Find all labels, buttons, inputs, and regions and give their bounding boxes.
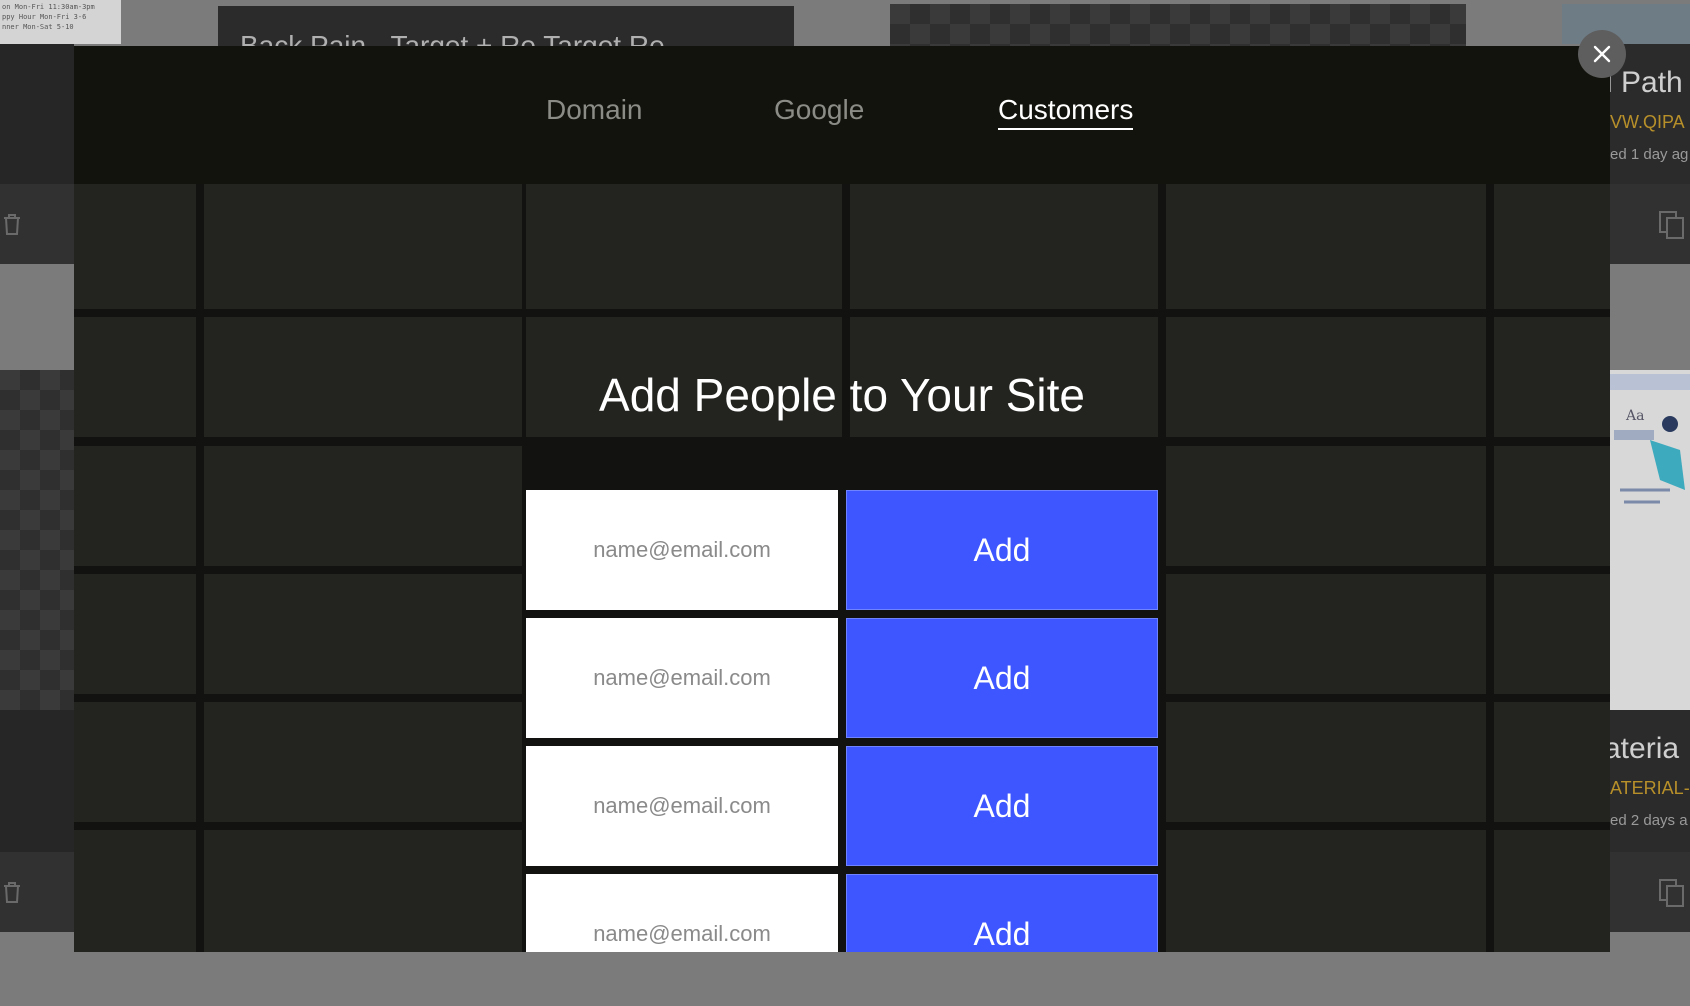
bg-card-top-middle: Back Pain - Target + Re Target Re [218, 6, 794, 46]
bg-card-illustration: Aa [1610, 370, 1690, 710]
bg-card-meta: ed 2 days a [1610, 812, 1688, 829]
trash-icon[interactable] [2, 212, 22, 236]
bg-tiny-text: ppy Hour Mon-Fri 3-6 [2, 13, 87, 21]
bg-card-footer-right [1610, 184, 1690, 264]
email-input[interactable] [526, 490, 838, 610]
email-input[interactable] [526, 874, 838, 952]
bg-card-title: ateria [1610, 732, 1680, 765]
email-input[interactable] [526, 746, 838, 866]
add-button[interactable]: Add [846, 746, 1158, 866]
svg-text:Aa: Aa [1625, 408, 1644, 424]
modal-body: Add People to Your Site Add Add Add Add [74, 184, 1610, 952]
bg-card-url: ATERIAL-H [1610, 778, 1690, 798]
bg-card-footer-left-lower [0, 852, 74, 932]
copy-icon[interactable] [1658, 210, 1686, 240]
bg-card-url: VW.QIPA [1610, 112, 1685, 132]
add-button[interactable]: Add [846, 874, 1158, 952]
modal-tab-bar: Domain Google Customers [74, 46, 1610, 184]
close-icon [1593, 45, 1611, 63]
bg-thumbnail [1562, 4, 1690, 44]
page-title: Add People to Your Site [599, 369, 1085, 421]
add-button[interactable]: Add [846, 490, 1158, 610]
bg-card-right-2: ateria ATERIAL-H ed 2 days a [1610, 710, 1690, 854]
title-container: Add People to Your Site [74, 368, 1610, 422]
bg-thumbnail-menu: on Mon-Fri 11:30am-3pm ppy Hour Mon-Fri … [0, 0, 121, 44]
bg-tiny-text: nner Mon-Sat 5-10 [2, 23, 74, 31]
bg-card-title: Back Pain - Target + Re Target Re [240, 30, 665, 46]
add-button[interactable]: Add [846, 618, 1158, 738]
bg-card-left-lower [0, 710, 74, 854]
tab-domain[interactable]: Domain [546, 94, 642, 126]
email-input[interactable] [526, 618, 838, 738]
illustration-image: Aa [1610, 374, 1690, 504]
tab-google[interactable]: Google [774, 94, 864, 126]
tab-customers[interactable]: Customers [998, 94, 1134, 130]
bg-card-footer-right-lower [1610, 852, 1690, 932]
bg-tiny-text: on Mon-Fri 11:30am-3pm [2, 3, 95, 11]
bg-card-thumbnail-checker [890, 4, 1466, 46]
bg-card-meta: ed 1 day ag [1610, 146, 1689, 163]
trash-icon[interactable] [2, 880, 22, 904]
bg-card-thumbnail-checker [0, 370, 74, 710]
bg-card-footer-left [0, 184, 74, 264]
copy-icon[interactable] [1658, 878, 1686, 908]
bg-card-title: i Path [1610, 66, 1683, 99]
add-people-modal: Domain Google Customers Add People to Yo… [74, 46, 1610, 952]
close-button[interactable] [1578, 30, 1626, 78]
